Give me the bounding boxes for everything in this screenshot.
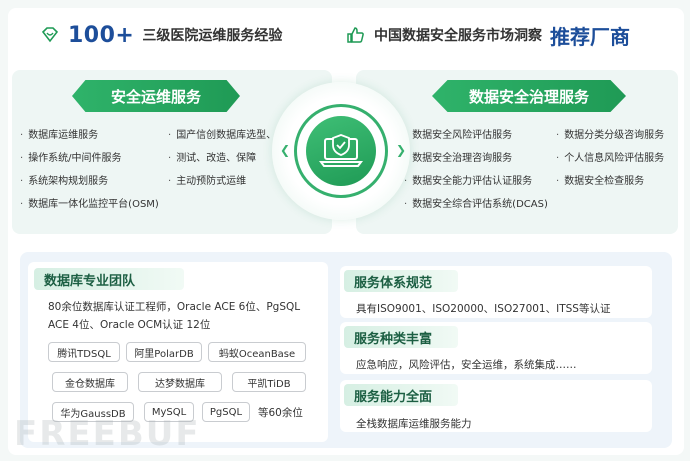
- service-card-desc: 具有ISO9001、ISO20000、ISO27001、ITSS等认证: [356, 303, 611, 315]
- experience-number: 100+: [68, 22, 135, 48]
- thumbs-up-icon: [346, 25, 366, 45]
- list-item: 数据库一体化监控平台(OSM): [20, 193, 159, 216]
- ops-service-list-2: 国产信创数据库选型、 测试、改造、保障 主动预防式运维: [168, 124, 276, 193]
- governance-service-list-2: 数据分类分级咨询服务 个人信息风险评估服务 数据安全检查服务: [556, 124, 664, 193]
- market-insight-text: 中国数据安全服务市场洞察: [374, 28, 542, 44]
- experience-text: 三级医院运维服务经验: [142, 28, 283, 44]
- list-item: 国产信创数据库选型、: [168, 124, 276, 147]
- list-item: 数据安全风险评估服务: [404, 124, 548, 147]
- list-item: 数据安全检查服务: [556, 170, 664, 193]
- db-tag: 蚂蚁OceanBase: [208, 342, 306, 362]
- governance-service-title: 数据安全治理服务: [432, 80, 626, 112]
- governance-service-list-1: 数据安全风险评估服务 数据安全治理咨询服务 数据安全能力评估认证服务 数据安全综…: [404, 124, 548, 216]
- db-tag: 平凯TiDB: [232, 372, 306, 392]
- service-card-title: 服务能力全面: [344, 384, 458, 406]
- db-tag: PgSQL: [202, 402, 250, 422]
- list-item: 数据分类分级咨询服务: [556, 124, 664, 147]
- list-item: 数据安全综合评估系统(DCAS): [404, 193, 548, 216]
- list-item: 主动预防式运维: [168, 170, 276, 193]
- list-item: 数据安全能力评估认证服务: [404, 170, 548, 193]
- list-item: 数据库运维服务: [20, 124, 159, 147]
- diamond-heart-icon: [40, 25, 60, 45]
- service-card-desc: 全栈数据库运维服务能力: [356, 418, 472, 430]
- team-title: 数据库专业团队: [34, 268, 184, 290]
- list-item: 操作系统/中间件服务: [20, 147, 159, 170]
- recommended-vendor-text: 推荐厂商: [550, 24, 630, 49]
- list-item: 测试、改造、保障: [168, 147, 276, 170]
- headline-right: 中国数据安全服务市场洞察 推荐厂商: [346, 18, 630, 52]
- service-card-title: 服务体系规范: [344, 270, 458, 292]
- list-item: 个人信息风险评估服务: [556, 147, 664, 170]
- db-tag: 达梦数据库: [138, 372, 222, 392]
- db-tag: 阿里PolarDB: [126, 342, 202, 362]
- more-databases-text: 等60余位: [258, 407, 303, 419]
- db-tag: 腾讯TDSQL: [48, 342, 120, 362]
- shield-laptop-icon: [306, 116, 376, 186]
- db-tag: 金仓数据库: [52, 372, 128, 392]
- headline-left: 100+ 三级医院运维服务经验: [40, 18, 282, 52]
- ops-service-title: 安全运维服务: [72, 80, 240, 112]
- ops-service-list-1: 数据库运维服务 操作系统/中间件服务 系统架构规划服务 数据库一体化监控平台(O…: [20, 124, 159, 216]
- list-item: 系统架构规划服务: [20, 170, 159, 193]
- list-item: 数据安全治理咨询服务: [404, 147, 548, 170]
- service-card-desc: 应急响应，风险评估，安全运维，系统集成……: [356, 359, 577, 371]
- chevron-left-icon: ❮: [280, 143, 291, 157]
- watermark: FREEBUF: [14, 414, 201, 454]
- team-description: 80余位数据库认证工程师，Oracle ACE 6位、PgSQL ACE 4位、…: [48, 301, 301, 331]
- service-card-title: 服务种类丰富: [344, 326, 458, 348]
- chevron-right-icon: ❯: [396, 143, 407, 157]
